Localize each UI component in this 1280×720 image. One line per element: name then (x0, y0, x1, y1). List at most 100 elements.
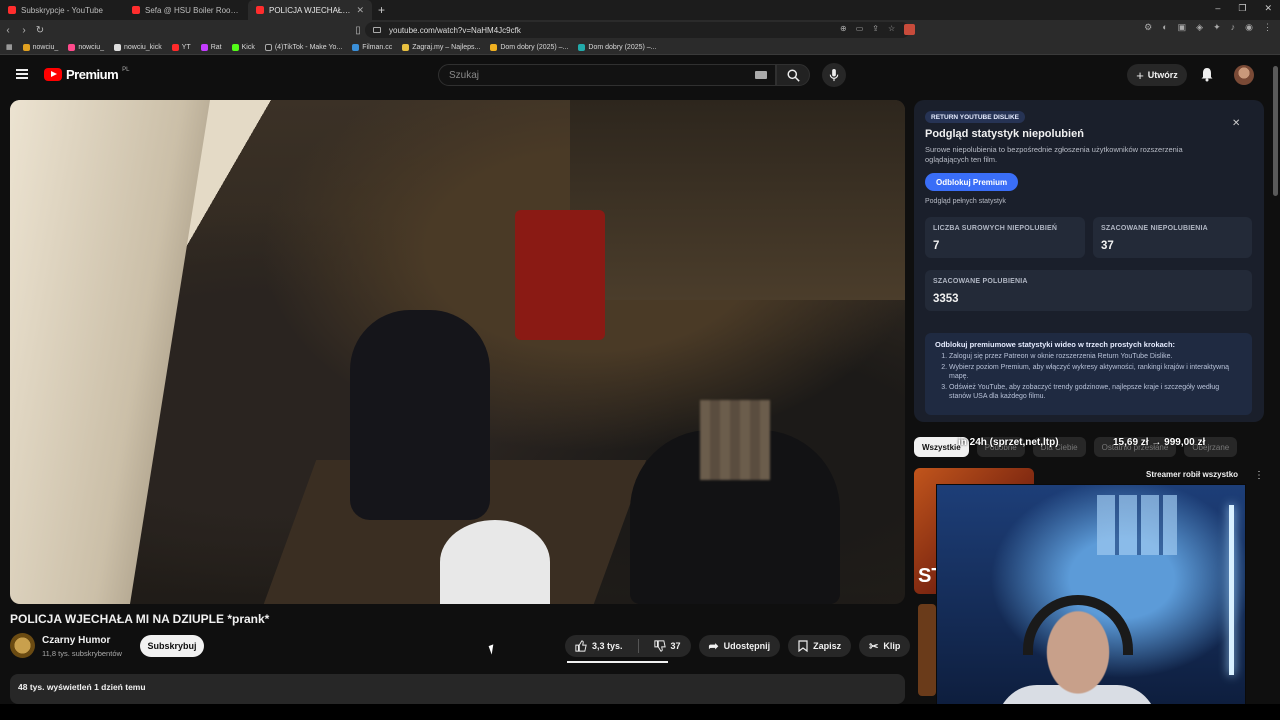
stat-label: LICZBA SUROWYCH NIEPOLUBIEŃ (933, 225, 1058, 232)
dislike-button[interactable]: 37 (644, 635, 691, 657)
bookmark-item[interactable]: nowciu_ (68, 43, 104, 51)
ryd-title: Podgląd statystyk niepolubień (925, 128, 1084, 140)
tab-title: Sefa @ HSU Boiler Room Style Party (145, 5, 240, 15)
video-frame-wall (10, 100, 210, 604)
reload-icon[interactable]: ↻ (32, 25, 48, 36)
ryd-description: Surowe niepolubienia to bezpośrednie zgł… (925, 145, 1183, 164)
stat-value: 3353 (933, 293, 959, 305)
like-dislike-group: 3,3 tys. 37 (565, 635, 691, 657)
voice-search-button[interactable] (822, 63, 846, 87)
webcam-wall-frames (1097, 495, 1177, 555)
search-input[interactable]: Szukaj (438, 64, 776, 86)
microphone-icon (829, 68, 839, 81)
extension-icon[interactable]: ◐ (1162, 22, 1167, 33)
bookmark-item[interactable]: Rat (200, 43, 222, 51)
video-frame-blurred-face (700, 400, 770, 480)
menu-icon[interactable]: ⋮ (1263, 22, 1272, 33)
bookmark-item[interactable]: (4)TikTok - Make Yo... (264, 43, 342, 51)
bookmark-item[interactable]: Zagraj.my – Najleps... (402, 43, 480, 51)
bookmark-item[interactable]: nowciu_kick (114, 43, 162, 51)
page-scrollbar[interactable] (1273, 66, 1278, 196)
video-frame-person (350, 310, 490, 520)
youtube-premium-logo[interactable]: Premium PL (44, 67, 129, 82)
stat-label: SZACOWANE POLUBIENIA (933, 278, 1028, 285)
bookmark-item[interactable]: nowciu_ (22, 43, 58, 51)
unlock-premium-button[interactable]: Odblokuj Premium (925, 173, 1019, 191)
step-item: Zaloguj się przez Patreon w oknie rozsze… (949, 352, 1235, 361)
window-controls: – ❐ ✕ (1215, 3, 1272, 14)
share-icon[interactable]: ⇪ (872, 24, 879, 35)
close-icon[interactable]: ✕ (1232, 118, 1240, 129)
bookmark-item[interactable]: Dom dobry (2025) –... (490, 43, 568, 51)
video-actions: 3,3 tys. 37 ➦ Udostępnij Zapisz ✂ Klip ⋯ (565, 635, 941, 657)
search-button[interactable] (776, 64, 810, 86)
clip-label: Klip (883, 641, 901, 651)
close-tab-icon[interactable]: ✕ (356, 5, 364, 16)
recommended-video-title[interactable]: Streamer robił wszystko (1146, 470, 1238, 479)
share-button[interactable]: ➦ Udostępnij (698, 635, 781, 657)
tab-title: Subskrypcje - YouTube (21, 5, 103, 15)
close-window-icon[interactable]: ✕ (1264, 3, 1272, 14)
minimize-icon[interactable]: – (1215, 3, 1220, 14)
cast-icon[interactable]: ▭ (856, 24, 864, 35)
extension-icon[interactable]: ◈ (1196, 22, 1203, 33)
zoom-icon[interactable]: ⊕ (840, 24, 847, 35)
extension-icon[interactable]: ▣ (1178, 22, 1187, 33)
extension-badge-icon[interactable] (904, 24, 916, 35)
bookmarks-bar: ▦ nowciu_ nowciu_ nowciu_kick YT Rat Kic… (0, 40, 1280, 55)
bookmark-item[interactable]: YT (171, 43, 191, 51)
create-button[interactable]: + Utwórz (1127, 64, 1187, 86)
url-field[interactable]: youtube.com/watch?v=NaHM4Jc9cfk (365, 22, 910, 38)
like-button[interactable]: 3,3 tys. (565, 635, 633, 657)
browser-tab[interactable]: Sefa @ HSU Boiler Room Style Party (124, 0, 248, 20)
like-ratio-bar (567, 661, 668, 663)
more-vertical-icon[interactable]: ⋮ (1254, 470, 1264, 481)
url-actions: ⊕ ▭ ⇪ ☆ (840, 24, 916, 35)
media-icon[interactable]: ♪ (1231, 22, 1236, 33)
logo-country: PL (122, 66, 130, 73)
clip-button[interactable]: ✂ Klip (859, 635, 911, 657)
subscribe-button[interactable]: Subskrybuj (140, 635, 204, 657)
back-icon[interactable]: ‹ (0, 25, 16, 36)
browser-tab[interactable]: Subskrypcje - YouTube (0, 0, 124, 20)
apps-grid-icon[interactable]: ▦ (6, 43, 13, 51)
channel-name[interactable]: Czarny Humor (42, 635, 110, 646)
webcam-led-light (1229, 505, 1234, 675)
video-title: POLICJA WJECHAŁA MI NA DZIUPLE *prank* (10, 612, 270, 626)
thumbs-up-icon (575, 640, 587, 652)
site-info-icon[interactable] (373, 27, 381, 33)
star-icon[interactable]: ☆ (888, 24, 895, 35)
steps-header: Odblokuj premiumowe statystyki wideo w t… (935, 340, 1176, 349)
hamburger-menu-icon[interactable] (16, 69, 28, 79)
puzzle-icon[interactable]: ✦ (1213, 22, 1221, 33)
video-frame-machine (515, 210, 605, 340)
restore-icon[interactable]: ❐ (1238, 3, 1246, 14)
divider (637, 639, 639, 653)
forward-icon[interactable]: › (16, 25, 32, 36)
dislike-count: 37 (670, 641, 681, 651)
thumbs-down-icon (653, 640, 666, 652)
stream-overlay-text: in 24h (sprzet,net,ltp) (958, 437, 1059, 448)
profile-icon[interactable]: ◉ (1245, 22, 1253, 33)
notifications-bell-icon[interactable] (1200, 67, 1214, 82)
new-tab-icon[interactable]: + (372, 3, 391, 17)
bookmark-icon[interactable]: ▯ (350, 25, 366, 36)
channel-avatar[interactable] (10, 633, 35, 658)
video-player[interactable] (10, 100, 905, 604)
channel-subscribers: 11,8 tys. subskrybentów (42, 649, 122, 658)
browser-tab-active[interactable]: POLICJA WJECHAŁA MI NA DZIUPLE ✕ (248, 0, 372, 20)
bookmark-item[interactable]: Filman.cc (352, 43, 392, 51)
bookmark-item[interactable]: Kick (231, 43, 255, 51)
keyboard-icon[interactable] (755, 71, 767, 79)
extension-icon[interactable]: ⚙ (1144, 22, 1152, 33)
youtube-favicon-icon (8, 6, 16, 14)
save-button[interactable]: Zapisz (788, 635, 852, 657)
bookmark-item[interactable]: Dom dobry (2025) –... (578, 43, 657, 51)
step-item: Wybierz poziom Premium, aby włączyć wykr… (949, 363, 1235, 381)
recommended-video-thumbnail[interactable] (918, 604, 936, 696)
share-arrow-icon: ➦ (708, 639, 719, 653)
ryd-steps-box: Odblokuj premiumowe statystyki wideo w t… (925, 333, 1252, 415)
user-avatar[interactable] (1234, 65, 1254, 85)
search-icon (786, 68, 800, 82)
video-frame-shelf (570, 100, 905, 300)
